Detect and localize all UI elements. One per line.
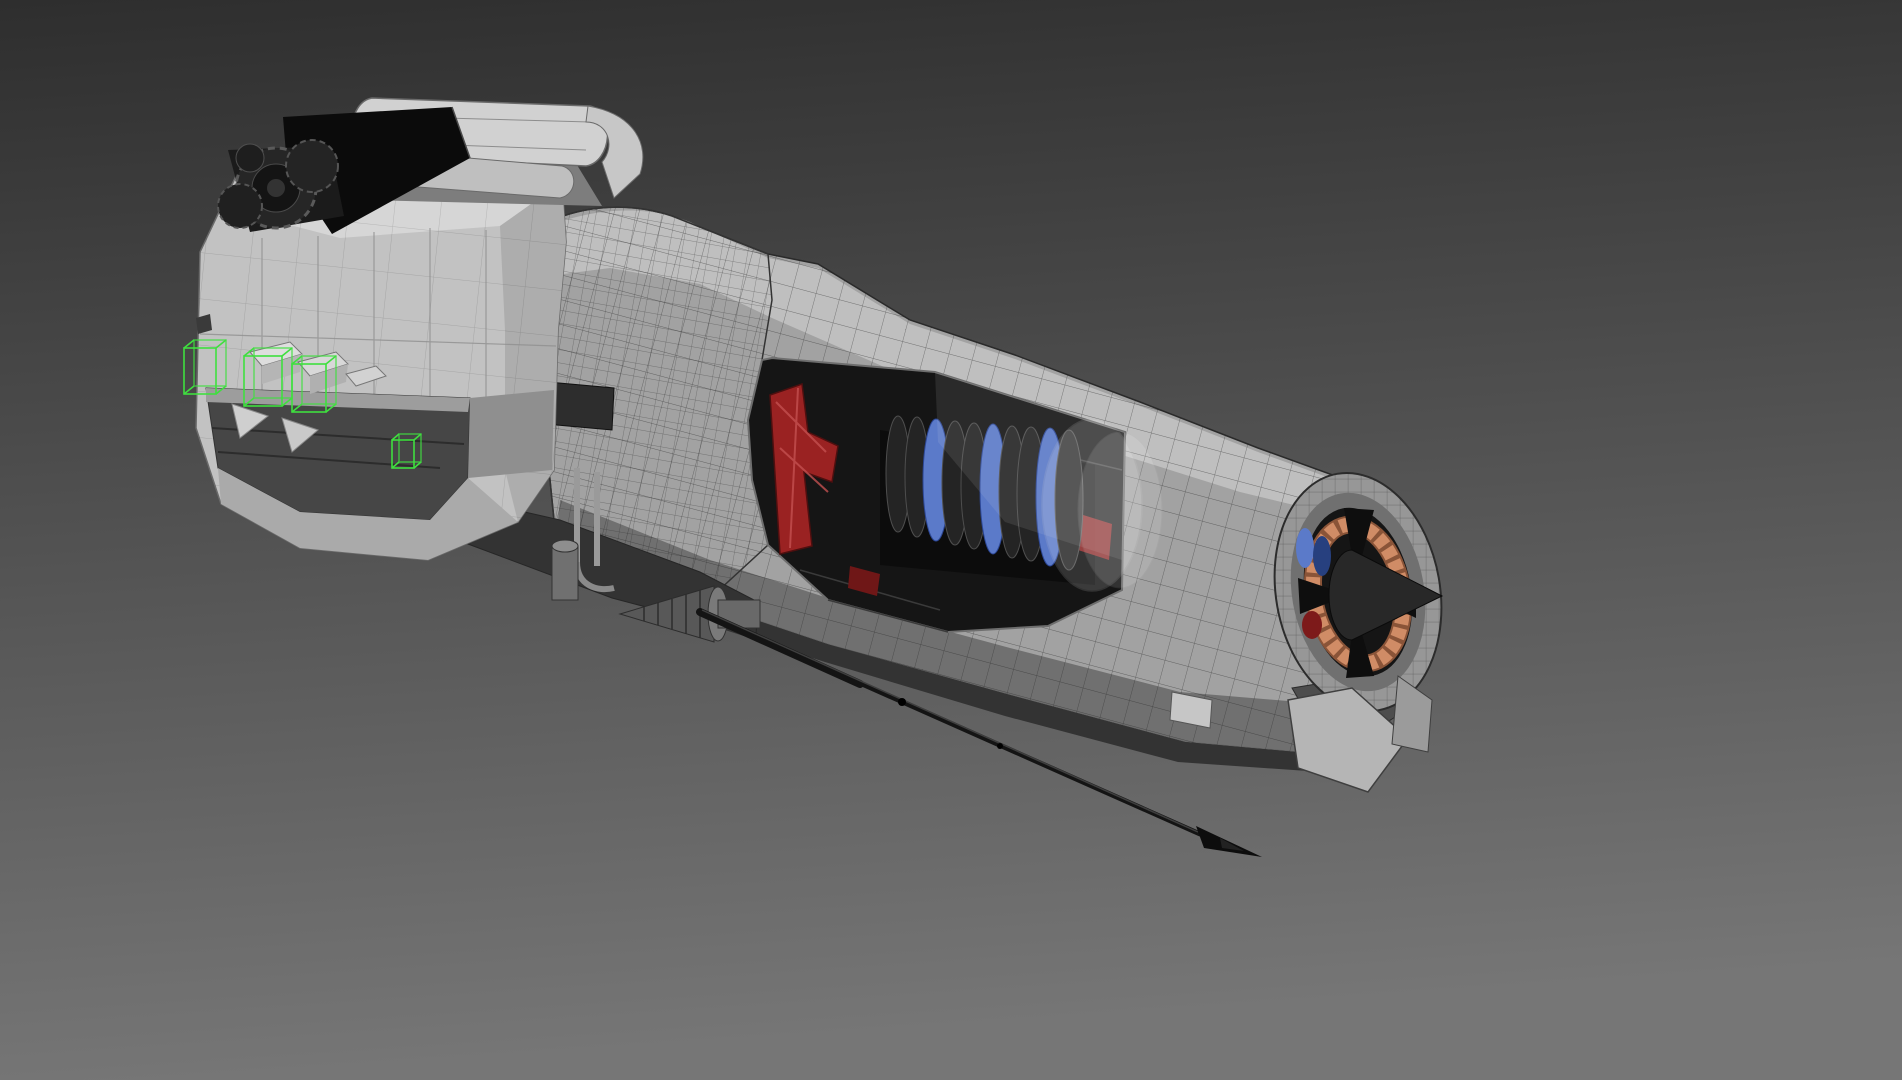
vertical-cylinder — [551, 545, 579, 601]
spike-ring — [997, 743, 1003, 749]
cylinder-cap — [551, 539, 579, 553]
viewport-canvas[interactable] — [0, 0, 1902, 1080]
band-right-panel — [468, 390, 554, 478]
engine-blue-disc — [1296, 528, 1314, 568]
engine-red-part — [1302, 611, 1322, 639]
gear-hub — [267, 179, 285, 197]
spike-ring — [898, 698, 906, 706]
gear-cluster — [217, 139, 344, 232]
gear-small — [235, 143, 265, 173]
gear-medium — [217, 183, 263, 229]
viewport[interactable] — [0, 0, 1902, 1080]
engine-blue-disc — [1313, 536, 1331, 576]
gear-medium — [285, 139, 339, 193]
